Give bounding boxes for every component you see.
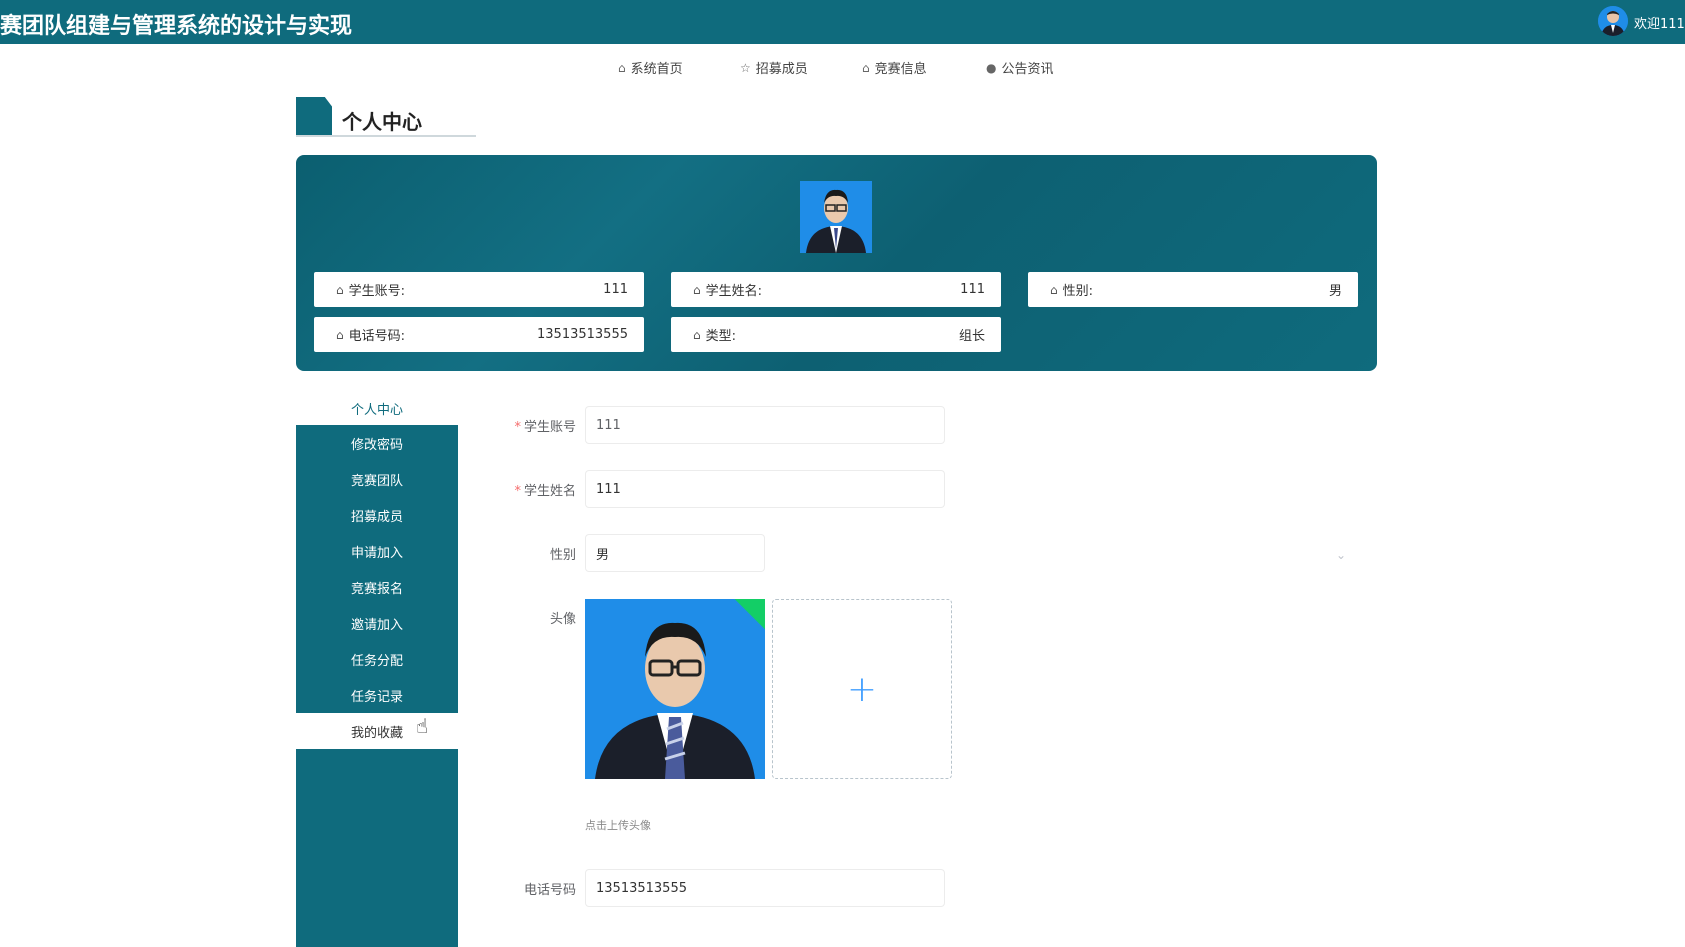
required-mark: * [514, 484, 521, 499]
person-photo-icon [585, 599, 765, 779]
info-name-value: 111 [960, 282, 985, 297]
home-icon: ⌂ [336, 282, 344, 297]
hand-cursor-icon: ☝ [416, 714, 429, 738]
info-gender: ⌂ 性别: 男 [1028, 272, 1358, 307]
home-icon: ⌂ [693, 327, 701, 342]
main-nav: ⌂ 系统首页 ☆ 招募成员 ⌂ 竞赛信息 ● 公告资讯 [0, 44, 1685, 88]
person-photo-icon [1598, 6, 1628, 36]
gender-label: 性别 [549, 548, 576, 563]
info-phone-label: 电话号码: [348, 329, 406, 344]
avatar-preview[interactable]: ✓ [585, 599, 765, 779]
home-icon: ⌂ [1050, 282, 1058, 297]
sidebar-item-recruit[interactable]: 招募成员 [296, 497, 458, 533]
info-account-value: 111 [603, 282, 628, 297]
sidebar-item-password[interactable]: 修改密码 [296, 425, 458, 461]
sidebar-item-apply[interactable]: 申请加入 [296, 533, 458, 569]
sidebar-item-invite[interactable]: 邀请加入 [296, 605, 458, 641]
info-phone-value: 13513513555 [537, 327, 628, 342]
info-type: ⌂ 类型: 组长 [671, 317, 1001, 352]
info-account-label: 学生账号: [348, 284, 406, 299]
nav-recruit-label: 招募成员 [755, 62, 808, 77]
page-title: 个人中心 [342, 110, 422, 134]
bag-icon: ⌂ [862, 60, 870, 75]
person-photo-icon [800, 181, 872, 253]
plus-icon: + [846, 668, 878, 710]
nav-notice[interactable]: ● 公告资讯 [986, 58, 1054, 78]
sidebar-filler [296, 749, 458, 947]
account-label: * 学生账号 [496, 416, 576, 435]
name-label: * 学生姓名 [496, 480, 576, 499]
account-input[interactable]: 111 [585, 406, 945, 444]
sidebar-item-teams[interactable]: 竞赛团队 [296, 461, 458, 497]
home-icon: ⌂ [693, 282, 701, 297]
account-label-text: 学生账号 [523, 420, 576, 435]
sidebar-item-register[interactable]: 竞赛报名 [296, 569, 458, 605]
welcome-text: 欢迎111 [1634, 17, 1685, 32]
site-title: 赛团队组建与管理系统的设计与实现 [0, 14, 353, 39]
flag-icon [296, 97, 332, 135]
nav-home[interactable]: ⌂ 系统首页 [618, 58, 683, 78]
profile-card: ⌂ 学生账号: 111 ⌂ 学生姓名: 111 ⌂ 性别: 男 ⌂ 电话号码: 1351… [296, 155, 1377, 371]
nav-notice-label: 公告资讯 [1001, 62, 1054, 77]
nav-competition-label: 竞赛信息 [874, 62, 927, 77]
info-name: ⌂ 学生姓名: 111 [671, 272, 1001, 307]
name-label-text: 学生姓名 [523, 484, 576, 499]
phone-input[interactable]: 13513513555 [585, 869, 945, 907]
info-name-label: 学生姓名: [705, 284, 763, 299]
info-type-label: 类型: [705, 329, 737, 344]
nav-home-label: 系统首页 [630, 62, 683, 77]
required-mark: * [514, 420, 521, 435]
upload-button[interactable]: + [772, 599, 952, 779]
info-gender-label: 性别: [1062, 284, 1094, 299]
name-input[interactable]: 111 [585, 470, 945, 508]
phone-label: 电话号码 [523, 883, 576, 898]
avatar-label: 头像 [549, 612, 576, 627]
top-bar: 赛团队组建与管理系统的设计与实现 欢迎111 [0, 0, 1685, 44]
home-icon: ⌂ [336, 327, 344, 342]
info-type-value: 组长 [958, 329, 985, 344]
home-icon: ⌂ [618, 60, 626, 75]
star-icon: ☆ [740, 60, 751, 75]
info-icon: ● [986, 60, 997, 75]
sidebar-item-task-log[interactable]: 任务记录 [296, 677, 458, 713]
gender-select[interactable]: 男 [585, 534, 765, 572]
upload-hint: 点击上传头像 [585, 819, 651, 832]
user-avatar[interactable] [1598, 6, 1628, 36]
sidebar-item-profile[interactable]: 个人中心 [296, 390, 458, 426]
sidebar-item-favorites[interactable]: 我的收藏 [296, 713, 458, 749]
info-gender-value: 男 [1328, 284, 1342, 299]
nav-competition[interactable]: ⌂ 竞赛信息 [862, 58, 927, 78]
info-account: ⌂ 学生账号: 111 [314, 272, 644, 307]
nav-recruit[interactable]: ☆ 招募成员 [740, 58, 808, 78]
profile-avatar [800, 181, 872, 253]
sidebar-item-tasks[interactable]: 任务分配 [296, 641, 458, 677]
section-header: 个人中心 [296, 97, 476, 137]
info-phone: ⌂ 电话号码: 13513513555 [314, 317, 644, 352]
chevron-down-icon[interactable]: ⌄ [1336, 548, 1346, 562]
